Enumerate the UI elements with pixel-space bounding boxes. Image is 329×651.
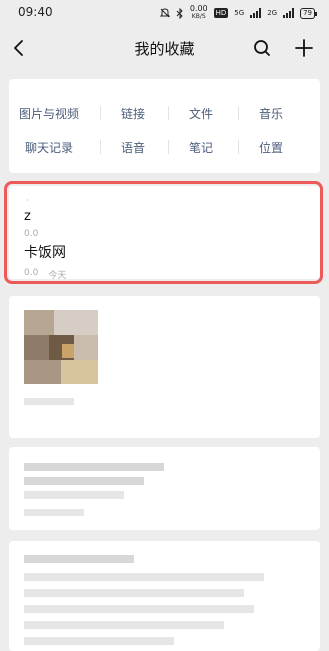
- add-button[interactable]: [290, 34, 318, 62]
- search-button[interactable]: [248, 34, 276, 62]
- network-5g-label: 5G: [234, 9, 245, 17]
- blurred-text-line: [24, 621, 224, 629]
- favorite-thumbnail: [24, 310, 98, 384]
- speed-unit: KB/S: [191, 13, 206, 20]
- status-bar: 09:40 0.00 KB/S HD 5G 2G 79: [0, 0, 329, 26]
- category-music[interactable]: 音乐: [233, 105, 309, 122]
- category-voice[interactable]: 语音: [95, 139, 171, 156]
- speed-value: 0.00: [189, 4, 208, 13]
- status-time: 09:40: [18, 5, 53, 19]
- blurred-text-line: [24, 637, 174, 645]
- status-icons: 0.00 KB/S HD 5G 2G 79: [159, 5, 317, 21]
- category-divider: [100, 140, 101, 154]
- signal-icon-2: [283, 8, 295, 18]
- blurred-meta: [24, 398, 74, 405]
- category-notes[interactable]: 笔记: [163, 139, 239, 156]
- category-divider: [168, 106, 169, 120]
- category-card: 图片与视频 链接 文件 音乐 聊天记录 语音 笔记 位置: [9, 79, 320, 173]
- category-images-videos[interactable]: 图片与视频: [11, 105, 87, 122]
- network-speed: 0.00 KB/S: [190, 5, 208, 21]
- category-divider: [238, 106, 239, 120]
- signal-icon: [250, 8, 262, 18]
- bluetooth-icon: [176, 7, 183, 19]
- blurred-text-line: [24, 573, 264, 581]
- category-grid: 图片与视频 链接 文件 音乐 聊天记录 语音 笔记 位置: [9, 79, 320, 173]
- title-bar: 我的收藏: [0, 26, 329, 70]
- category-location[interactable]: 位置: [233, 139, 309, 156]
- category-chat-history[interactable]: 聊天记录: [11, 139, 87, 156]
- category-divider: [238, 140, 239, 154]
- search-icon: [254, 40, 270, 56]
- hd-badge: HD: [213, 8, 229, 18]
- category-divider: [168, 140, 169, 154]
- blurred-text-line: [24, 463, 164, 471]
- category-files[interactable]: 文件: [163, 105, 239, 122]
- favorite-item-text[interactable]: [9, 447, 320, 530]
- blurred-meta: [24, 509, 84, 516]
- plus-icon: [295, 39, 313, 57]
- page-title: 我的收藏: [134, 40, 195, 58]
- blurred-text-line: [24, 491, 124, 499]
- silent-icon: [159, 8, 170, 18]
- network-2g-label: 2G: [267, 9, 278, 17]
- favorite-item-image[interactable]: [9, 296, 320, 438]
- blurred-text-line: [24, 589, 244, 597]
- highlight-box: [4, 181, 323, 284]
- blurred-text-line: [24, 555, 134, 563]
- favorite-item-note[interactable]: [9, 541, 320, 651]
- blurred-text-line: [24, 477, 144, 485]
- category-links[interactable]: 链接: [95, 105, 171, 122]
- blurred-text-line: [24, 605, 254, 613]
- battery-icon: 79: [300, 7, 317, 19]
- category-divider: [100, 106, 101, 120]
